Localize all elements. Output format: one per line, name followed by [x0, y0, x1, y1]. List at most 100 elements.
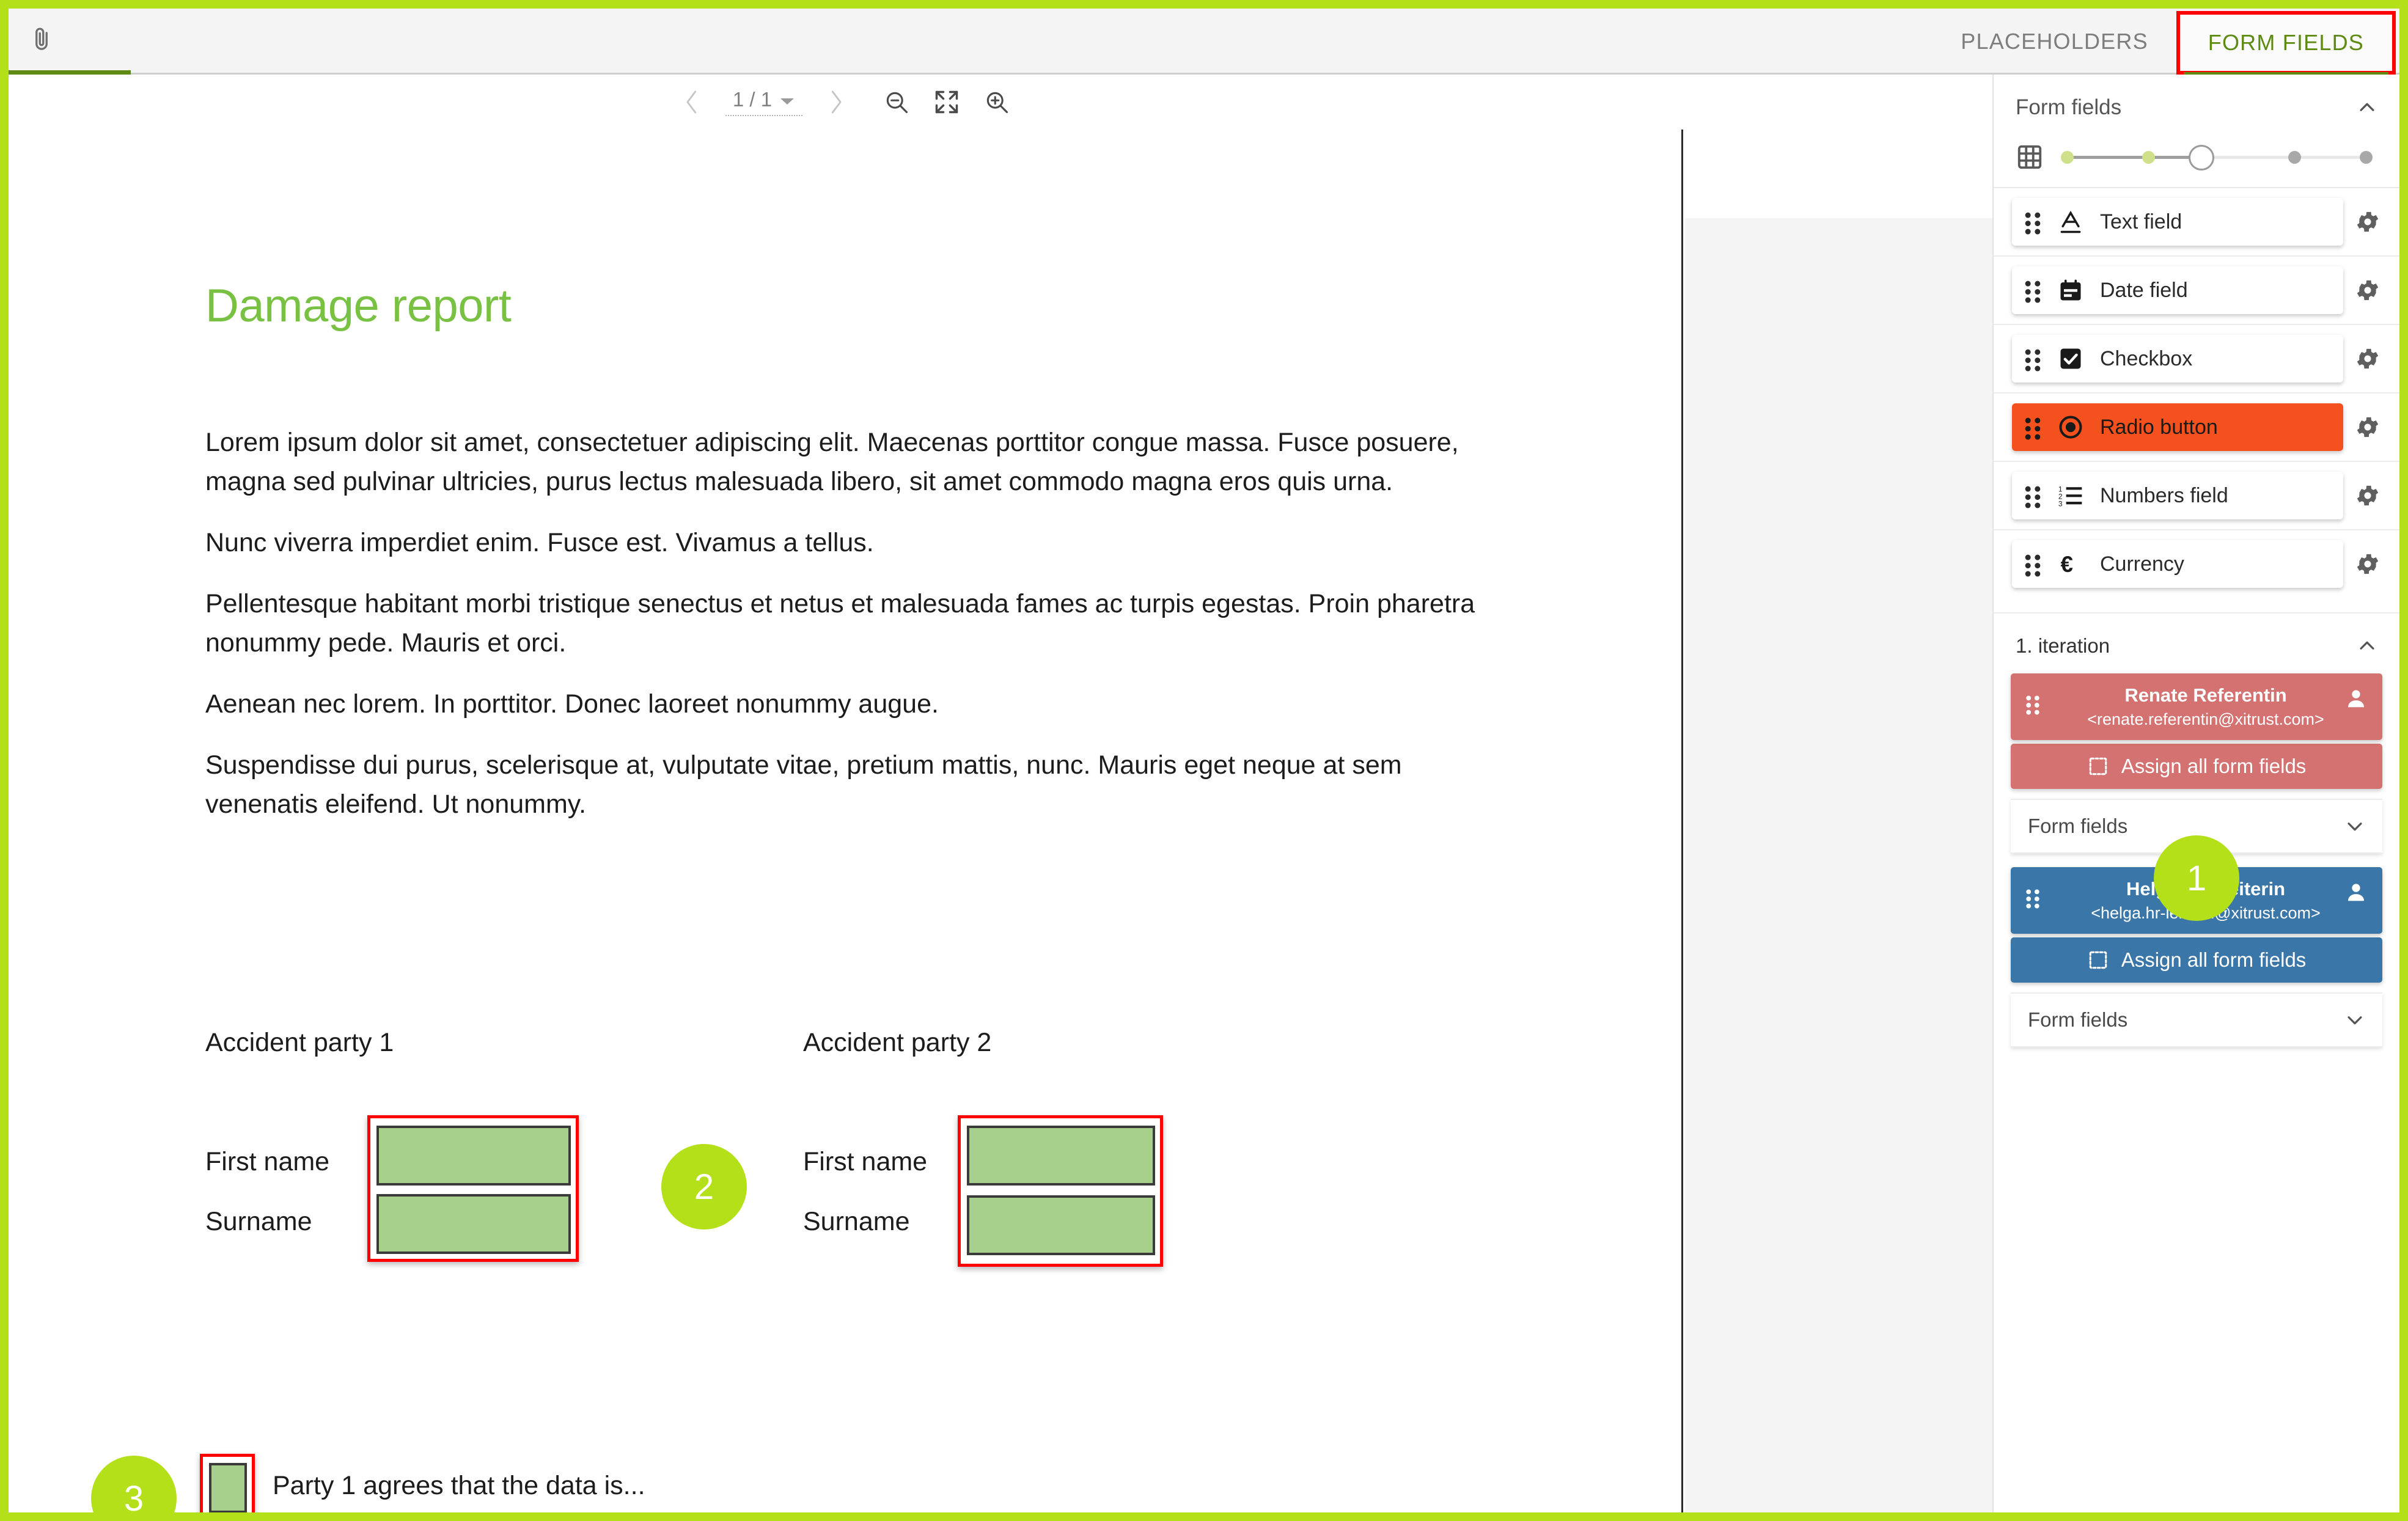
- assign-fields-icon: [2087, 755, 2109, 777]
- chevron-up-icon[interactable]: [2357, 97, 2377, 118]
- field-type-row-radio-button: Radio button: [1994, 394, 2399, 462]
- agreement-checkbox-selection[interactable]: [200, 1454, 255, 1512]
- paragraph-4: Aenean nec lorem. In porttitor. Donec la…: [205, 684, 1507, 724]
- callout-badge-2: 2: [661, 1144, 747, 1230]
- next-page-button[interactable]: [826, 88, 846, 116]
- party1-first-name-field[interactable]: [376, 1126, 571, 1186]
- field-chip-label: Checkbox: [2100, 347, 2192, 371]
- zoom-in-icon: [983, 89, 1010, 115]
- assign-all-form-fields-button-renate[interactable]: Assign all form fields: [2011, 744, 2382, 789]
- recipient-info: Renate Referentin <renate.referentin@xit…: [2043, 684, 2369, 729]
- drag-handle-icon[interactable]: [2024, 554, 2041, 574]
- accident-party-2-heading: Accident party 2: [803, 1028, 991, 1058]
- field-chip-label: Numbers field: [2100, 484, 2228, 508]
- fit-to-screen-button[interactable]: [933, 89, 960, 115]
- application-window: PLACEHOLDERS FORM FIELDS 1 / 1: [0, 0, 2408, 1521]
- field-chip-radio-button[interactable]: Radio button: [2012, 403, 2343, 451]
- party2-first-name-field[interactable]: [967, 1126, 1155, 1186]
- radio-button-icon: [2057, 414, 2084, 441]
- field-type-row-checkbox: Checkbox: [1994, 325, 2399, 394]
- gear-icon[interactable]: [2354, 482, 2381, 509]
- party2-surname-field[interactable]: [967, 1195, 1155, 1255]
- field-chip-text-field[interactable]: Text field: [2012, 198, 2343, 246]
- field-type-list: Text field Date field: [1994, 187, 2399, 598]
- panel-tabs: PLACEHOLDERS FORM FIELDS: [1933, 9, 2399, 75]
- calendar-icon: [2057, 277, 2084, 304]
- party2-fields-selection[interactable]: [958, 1115, 1163, 1267]
- drag-handle-icon[interactable]: [2024, 889, 2043, 912]
- zoom-in-button[interactable]: [983, 89, 1010, 115]
- paperclip-icon: [28, 26, 55, 56]
- svg-text:3: 3: [2058, 499, 2063, 508]
- document-viewer: 1 / 1: [9, 75, 1992, 1512]
- euro-icon: €: [2057, 551, 2084, 577]
- party1-first-name-label: First name: [205, 1147, 329, 1177]
- assign-button-label: Assign all form fields: [2121, 755, 2307, 778]
- field-chip-currency[interactable]: € Currency: [2012, 540, 2343, 588]
- gear-icon[interactable]: [2354, 414, 2381, 441]
- density-slider[interactable]: [2061, 143, 2373, 171]
- drag-handle-icon[interactable]: [2024, 417, 2041, 438]
- iteration-label: 1. iteration: [2016, 634, 2110, 658]
- party2-first-name-label: First name: [803, 1147, 927, 1177]
- paragraph-1: Lorem ipsum dolor sit amet, consectetuer…: [205, 423, 1507, 501]
- callout-badge-3-number: 3: [124, 1478, 144, 1513]
- recipient-name: Renate Referentin: [2043, 684, 2369, 706]
- paragraph-5: Suspendisse dui purus, scelerisque at, v…: [205, 746, 1507, 824]
- field-chip-numbers-field[interactable]: 1 2 3 Numbers field: [2012, 472, 2343, 519]
- chevron-down-icon: [2344, 816, 2365, 837]
- document-toolbar: 1 / 1: [9, 75, 1683, 130]
- drag-handle-icon[interactable]: [2024, 280, 2041, 301]
- top-bar: PLACEHOLDERS FORM FIELDS: [9, 9, 2399, 75]
- slider-tick-4[interactable]: [2288, 151, 2301, 164]
- slider-tick-5[interactable]: [2360, 151, 2373, 164]
- field-type-row-currency: € Currency: [1994, 530, 2399, 598]
- form-fields-panel: Form fields: [1992, 75, 2399, 1512]
- drag-handle-icon[interactable]: [2024, 695, 2043, 719]
- page-number-selector[interactable]: 1 / 1: [725, 88, 802, 116]
- accident-party-1-heading: Accident party 1: [205, 1028, 394, 1058]
- gear-icon[interactable]: [2354, 345, 2381, 372]
- drag-handle-icon[interactable]: [2024, 348, 2041, 369]
- gear-icon[interactable]: [2354, 551, 2381, 577]
- form-fields-dropdown-label: Form fields: [2028, 815, 2127, 838]
- chevron-up-icon[interactable]: [2357, 636, 2377, 656]
- gear-icon[interactable]: [2354, 277, 2381, 304]
- person-icon: [2344, 687, 2368, 710]
- callout-badge-3: 3: [91, 1456, 177, 1512]
- attachments-button[interactable]: [9, 8, 75, 74]
- slider-handle[interactable]: [2189, 145, 2214, 170]
- callout-badge-1: 1: [2154, 835, 2239, 921]
- field-chip-checkbox[interactable]: Checkbox: [2012, 335, 2343, 383]
- party1-surname-field[interactable]: [376, 1194, 571, 1254]
- page-title: Damage report: [205, 279, 511, 332]
- form-fields-dropdown-label: Form fields: [2028, 1008, 2127, 1032]
- slider-tick-2[interactable]: [2142, 151, 2155, 164]
- chevron-down-icon: [2344, 1010, 2365, 1030]
- assign-all-form-fields-button-helga[interactable]: Assign all form fields: [2011, 937, 2382, 983]
- recipient-card-renate-referentin[interactable]: Renate Referentin <renate.referentin@xit…: [2011, 673, 2382, 740]
- document-body: Lorem ipsum dolor sit amet, consectetuer…: [205, 423, 1507, 846]
- text-format-icon: [2057, 208, 2084, 235]
- party1-fields-selection[interactable]: [367, 1115, 579, 1262]
- gear-icon[interactable]: [2354, 208, 2381, 235]
- chevron-left-icon: [681, 88, 702, 116]
- previous-page-button[interactable]: [681, 88, 702, 116]
- assign-fields-icon: [2087, 949, 2109, 971]
- party1-agreement-label: Party 1 agrees that the data is...: [273, 1471, 645, 1501]
- drag-handle-icon[interactable]: [2024, 485, 2041, 506]
- paragraph-2: Nunc viverra imperdiet enim. Fusce est. …: [205, 523, 1507, 562]
- iteration-header[interactable]: 1. iteration: [1994, 614, 2399, 673]
- drag-handle-icon[interactable]: [2024, 211, 2041, 232]
- page-background-gutter: [1685, 218, 1992, 1512]
- slider-tick-1[interactable]: [2061, 151, 2074, 164]
- callout-badge-2-number: 2: [694, 1167, 714, 1208]
- tab-placeholders[interactable]: PLACEHOLDERS: [1933, 9, 2176, 75]
- form-fields-dropdown-helga[interactable]: Form fields: [2011, 992, 2382, 1047]
- field-chip-date-field[interactable]: Date field: [2012, 266, 2343, 314]
- fit-to-screen-icon: [933, 89, 960, 115]
- party1-agreement-checkbox[interactable]: [209, 1463, 247, 1512]
- field-chip-label: Date field: [2100, 279, 2188, 302]
- zoom-out-button[interactable]: [883, 89, 910, 115]
- tab-form-fields[interactable]: FORM FIELDS: [2176, 11, 2396, 75]
